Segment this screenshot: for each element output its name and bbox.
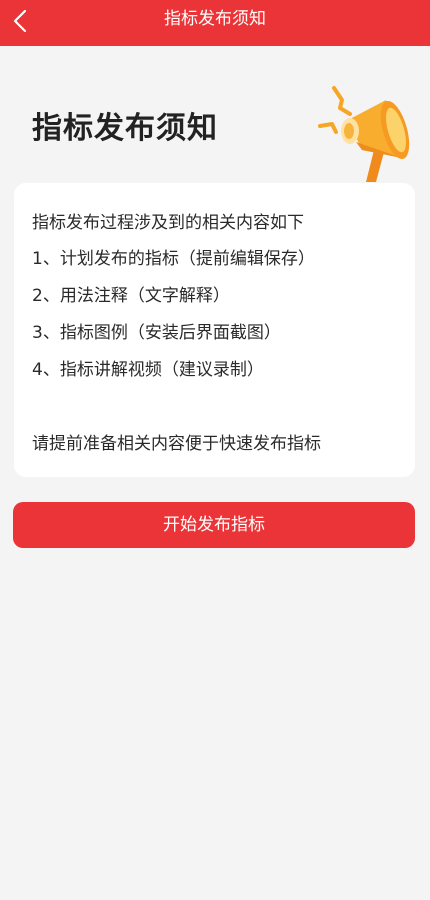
list-item: 2、用法注释（文字解释） bbox=[32, 286, 230, 306]
card-intro: 指标发布过程涉及到的相关内容如下 bbox=[32, 213, 304, 233]
card-note: 请提前准备相关内容便于快速发布指标 bbox=[32, 434, 321, 454]
megaphone-icon bbox=[318, 86, 410, 182]
top-bar: 指标发布须知 bbox=[0, 0, 430, 46]
start-publish-button[interactable]: 开始发布指标 bbox=[13, 502, 415, 548]
list-item: 1、计划发布的指标（提前编辑保存） bbox=[32, 249, 315, 269]
list-item: 3、指标图例（安装后界面截图） bbox=[32, 323, 281, 343]
list-item: 4、指标讲解视频（建议录制） bbox=[32, 360, 264, 380]
hero-title: 指标发布须知 bbox=[32, 111, 218, 146]
page-title: 指标发布须知 bbox=[164, 9, 266, 29]
notice-card: 指标发布过程涉及到的相关内容如下 1、计划发布的指标（提前编辑保存） 2、用法注… bbox=[14, 183, 415, 477]
